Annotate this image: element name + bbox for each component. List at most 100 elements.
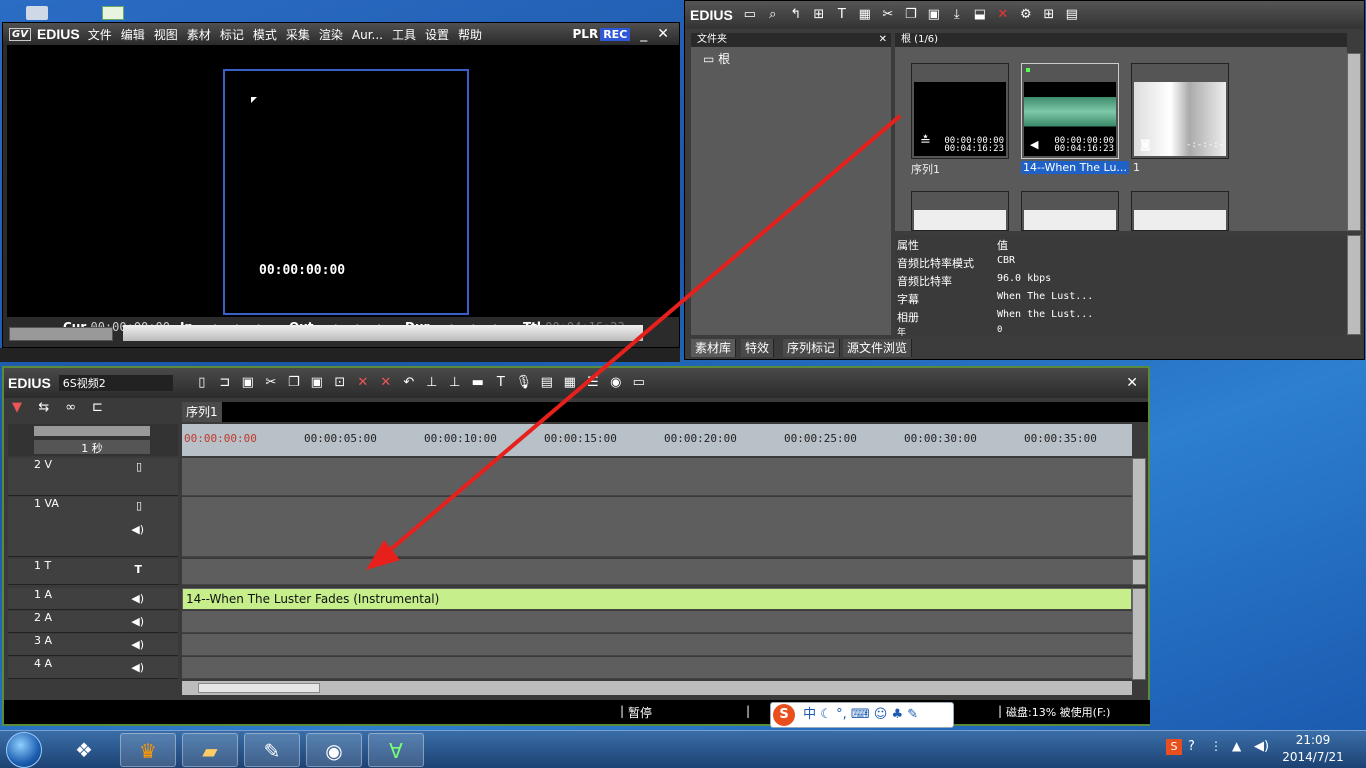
menu-item[interactable]: 编辑 [121, 28, 145, 42]
copy-icon[interactable]: ❐ [902, 7, 920, 23]
tray-network-icon[interactable]: ⋮ [1210, 739, 1222, 753]
timeline-ruler[interactable]: 00:00:00:00 00:00:05:00 00:00:10:00 00:00:1… [182, 424, 1132, 456]
horizontal-scrollbar[interactable] [182, 681, 1132, 695]
delete-icon[interactable]: ✕ [377, 375, 395, 391]
tray-time[interactable]: 21:09 [1282, 733, 1344, 747]
tab-effects[interactable]: 特效 [741, 339, 775, 357]
zoom-slider[interactable] [34, 426, 150, 436]
position-slider[interactable] [123, 325, 643, 341]
track-lane-a3[interactable] [182, 634, 1132, 656]
taskbar-app-icon[interactable]: ❖ [56, 733, 112, 767]
keyboard-icon[interactable]: ⌨ [851, 707, 874, 722]
menu-item[interactable]: 设置 [425, 28, 449, 42]
layout-icon[interactable]: ▭ [630, 375, 648, 391]
clip-thumbnail[interactable] [1021, 191, 1119, 231]
menu-item[interactable]: 帮助 [458, 28, 482, 42]
link-tool-icon[interactable]: ⇆ [35, 400, 53, 416]
tray-date[interactable]: 2014/7/21 [1278, 750, 1348, 764]
title-icon[interactable]: T [833, 7, 851, 23]
user-icon[interactable]: ☺ [874, 707, 888, 722]
up-folder-icon[interactable]: ↰ [787, 7, 805, 23]
ripple-delete-icon[interactable]: ✕ [354, 375, 372, 391]
add-title-icon[interactable]: T [492, 375, 510, 391]
menu-item[interactable]: 素材 [187, 28, 211, 42]
open-project-icon[interactable]: ⊐ [216, 375, 234, 391]
sync-tool-icon[interactable]: ∞ [62, 400, 80, 416]
punctuation-icon[interactable]: °, [836, 707, 847, 722]
menu-item[interactable]: 渲染 [319, 28, 343, 42]
scale-selector[interactable]: 1 秒 [34, 440, 150, 455]
menu-item[interactable]: 文件 [88, 28, 112, 42]
undo-icon[interactable]: ↶ [400, 375, 418, 391]
audio-track-scrollbar[interactable] [1132, 588, 1146, 680]
overwrite-icon[interactable]: ⬓ [971, 7, 989, 23]
track-header-a1[interactable]: 1 A ◀) [8, 588, 178, 610]
track-add-icon[interactable]: ⊏ [88, 400, 106, 416]
ime-toolbar[interactable]: S 中 ☾ °, ⌨ ☺ ♣ ✎ [770, 702, 954, 728]
clip-thumbnail[interactable] [911, 191, 1009, 231]
taskbar-edius-icon[interactable]: Ɐ [368, 733, 424, 767]
tab-source-browser[interactable]: 源文件浏览 [843, 339, 913, 357]
properties-scrollbar[interactable] [1347, 235, 1361, 335]
plr-mode-label[interactable]: PLR [573, 27, 599, 41]
copy-icon[interactable]: ❐ [285, 375, 303, 391]
taskbar-chrome-icon[interactable]: ◉ [306, 733, 362, 767]
project-name[interactable]: 6S视频2 [58, 375, 173, 391]
color-icon[interactable]: ◉ [607, 375, 625, 391]
clip-thumbnail[interactable] [1131, 191, 1229, 231]
moon-icon[interactable]: ☾ [820, 707, 836, 722]
desktop-file-icon[interactable] [102, 6, 124, 20]
jog-slider[interactable] [9, 327, 113, 341]
tray-volume-icon[interactable]: ◀) [1254, 739, 1269, 754]
menu-item[interactable]: 工具 [392, 28, 416, 42]
menu-item[interactable]: 视图 [154, 28, 178, 42]
microphone-icon[interactable]: 🎙 [515, 375, 533, 391]
grid-icon[interactable]: ▦ [561, 375, 579, 391]
folder-icon[interactable]: ▭ [741, 7, 759, 23]
menu-item[interactable]: 模式 [253, 28, 277, 42]
clip-panel-scrollbar[interactable] [1347, 53, 1361, 231]
properties-icon[interactable]: ⚙ [1017, 7, 1035, 23]
menu-item[interactable]: 采集 [286, 28, 310, 42]
briefcase-icon[interactable]: ▤ [1063, 7, 1081, 23]
minimize-icon[interactable]: _ [640, 26, 647, 42]
track-lane-t1[interactable] [182, 559, 1132, 585]
timeline-close-icon[interactable]: ✕ [1126, 375, 1138, 391]
recycle-bin-icon[interactable] [26, 6, 48, 20]
root-folder-item[interactable]: ▭ 根 [703, 50, 891, 67]
video-track-scrollbar[interactable] [1132, 458, 1146, 556]
paste-icon[interactable]: ▣ [308, 375, 326, 391]
taskbar-notepad-icon[interactable]: ✎ [244, 733, 300, 767]
skin-icon[interactable]: ♣ [891, 707, 907, 722]
taskbar-game-icon[interactable]: ♛ [120, 733, 176, 767]
track-header-a2[interactable]: 2 A ◀) [8, 611, 178, 633]
paste-icon[interactable]: ▣ [925, 7, 943, 23]
menu-item[interactable]: 标记 [220, 28, 244, 42]
track-header-t1[interactable]: 1 TT [8, 559, 178, 585]
playhead-tool-icon[interactable]: ▼ [8, 400, 26, 416]
rec-mode-label[interactable]: REC [600, 27, 631, 41]
new-sequence-icon[interactable]: ▯ [193, 375, 211, 391]
track-lane-a2[interactable] [182, 611, 1132, 633]
preview-screen[interactable]: 00:00:00:00 Cur 00:00:00:00 In --:--:--:… [7, 45, 679, 334]
audio-clip[interactable]: 14--When The Luster Fades (Instrumental) [183, 589, 1131, 609]
tray-help-icon[interactable]: ? [1188, 739, 1195, 754]
menu-item[interactable]: Aur... [352, 28, 383, 42]
view-icon[interactable]: ⊞ [1040, 7, 1058, 23]
start-button[interactable] [6, 732, 42, 768]
cut-icon[interactable]: ✂ [262, 375, 280, 391]
set-in-icon[interactable]: ⊥ [423, 375, 441, 391]
scroll-thumb[interactable] [198, 683, 320, 693]
track-header-va1[interactable]: 1 VA ▯ ◀) [8, 497, 178, 557]
folder-close-icon[interactable]: ✕ [879, 33, 887, 47]
tab-bin[interactable]: 素材库 [691, 339, 737, 357]
clip-thumbnail[interactable]: ◙ -:-:-:- [1131, 63, 1229, 159]
tools-icon[interactable]: ✎ [907, 707, 918, 722]
mixer-icon[interactable]: ☰ [584, 375, 602, 391]
marker-icon[interactable]: ▬ [469, 375, 487, 391]
replace-icon[interactable]: ⊡ [331, 375, 349, 391]
render-icon[interactable]: ▤ [538, 375, 556, 391]
close-icon[interactable]: ✕ [657, 26, 669, 42]
insert-icon[interactable]: ⤓ [948, 7, 966, 23]
clip-thumbnail[interactable]: ≛ 00:00:00:00 00:04:16:23 [911, 63, 1009, 159]
